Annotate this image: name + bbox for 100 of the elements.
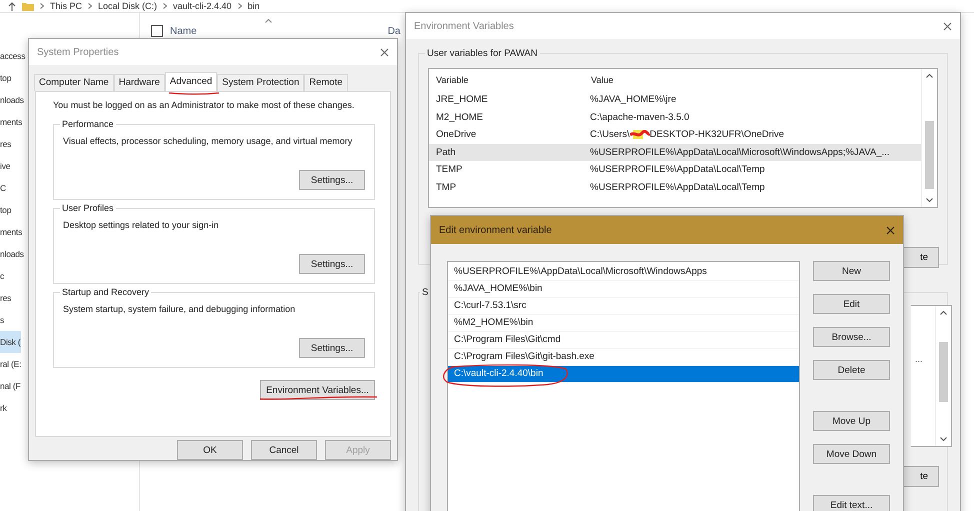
table-cell-text: ... [915,354,923,366]
up-arrow-icon[interactable] [8,2,16,10]
select-all-checkbox[interactable] [151,25,163,37]
nav-item[interactable]: nloads [0,243,24,265]
nav-item[interactable]: s [0,309,4,331]
close-icon[interactable] [380,48,389,56]
nav-item[interactable]: nal (F [0,375,21,397]
list-item[interactable]: C:\Program Files\Git\cmd [448,332,799,349]
dialog-button[interactable]: Browse... [813,327,890,347]
group-title: S [420,287,430,298]
table-cell-text: %USERPROFILE%\AppData\Local\Temp [589,182,765,193]
close-icon[interactable] [886,226,895,234]
nav-item[interactable]: top [0,199,12,221]
breadcrumb-item[interactable]: vault-cli-2.4.40 [173,1,232,11]
nav-item[interactable]: ments [0,111,22,133]
chevron-right-icon [238,3,242,9]
table-row[interactable]: Path %USERPROFILE%\AppData\Local\Microsoft\WindowsApps;%JAVA_... [429,144,921,161]
group-description: Desktop settings related to your sign-in [63,220,220,230]
redaction-scribble [630,130,650,140]
dialog-button[interactable]: Edit [813,294,890,314]
tab[interactable]: Computer Name [34,74,114,91]
tab[interactable]: Hardware [114,74,165,91]
column-header[interactable]: Name [170,26,197,36]
table-cell-text: M2_HOME [435,112,484,123]
list-item[interactable]: %JAVA_HOME%\bin [448,281,799,298]
nav-item[interactable]: ral (E: [0,353,22,375]
list-item[interactable]: C:\curl-7.53.1\src [448,298,799,315]
nav-item[interactable]: ments [0,221,22,243]
nav-item[interactable]: nloads [0,89,24,111]
tab[interactable]: Advanced [164,72,218,92]
nav-item[interactable]: top [0,67,12,89]
dialog-button[interactable]: Delete [813,360,890,380]
scrollbar[interactable] [921,69,937,207]
chevron-right-icon [40,3,44,9]
close-icon[interactable] [943,22,952,30]
group-title: User Profiles [60,203,116,213]
settings-button[interactable]: Settings... [299,170,365,190]
dialog-button[interactable]: te [903,247,939,268]
breadcrumb-item[interactable]: bin [248,1,260,11]
window-title: System Properties [37,46,119,58]
table-cell-text: OneDrive [435,129,478,140]
dialog-button[interactable]: OK [177,440,243,460]
table-row[interactable]: TMP %USERPROFILE%\AppData\Local\Temp [429,178,921,196]
table-cell-text: C:\Users\ [589,129,630,140]
column-header[interactable]: Variable [429,75,584,85]
scrollbar-thumb[interactable] [939,342,948,402]
column-header[interactable]: Value [584,75,921,85]
nav-item[interactable]: access [0,45,26,67]
chevron-right-icon [163,3,168,9]
scrollbar[interactable] [935,306,951,446]
table-row[interactable]: TEMP %USERPROFILE%\AppData\Local\Temp [429,161,921,178]
nav-item[interactable]: res [0,133,12,155]
nav-item[interactable]: Disk ( [0,331,21,353]
nav-item[interactable]: C [0,177,6,199]
dialog-button[interactable]: te [903,466,939,487]
nav-item[interactable]: res [0,287,12,309]
dialog-button[interactable]: Cancel [251,440,317,460]
window-title: Edit environment variable [439,224,552,236]
breadcrumb-item[interactable]: Local Disk (C:) [98,1,158,11]
nav-item[interactable]: ive [0,155,10,177]
list-item[interactable]: %M2_HOME%\bin [448,315,799,332]
dialog-button[interactable]: Edit text... [813,495,890,511]
dialog-button[interactable]: Move Down [813,444,890,464]
table-cell-text: %JAVA_HOME%\jre [589,94,676,106]
folder-icon [22,2,34,10]
annotation-underline [168,91,220,96]
chevron-right-icon [88,3,92,9]
table-cell-text: C:\apache-maven-3.5.0 [589,112,690,123]
group-title: Startup and Recovery [60,287,152,297]
list-item[interactable]: %USERPROFILE%\AppData\Local\Microsoft\WindowsApps [448,264,799,281]
tab[interactable]: System Protection [217,74,304,91]
table-cell-text: JRE_HOME [435,94,489,106]
dialog-button[interactable]: Move Up [813,411,890,431]
group-description: Visual effects, processor scheduling, memory usage, and virtual memory [63,136,354,146]
table-cell-text: TMP [435,182,458,193]
table-cell-text: %USERPROFILE%\AppData\Local\Microsoft\WindowsApps;%JAVA_... [589,146,890,158]
table-cell-text: TEMP [435,164,464,176]
notice-text: You must be logged on as an Administrator to make most of these changes. [53,100,356,110]
breadcrumb-item[interactable]: This PC [50,1,82,11]
tab[interactable]: Remote [304,74,348,91]
table-row[interactable]: OneDrive C:\Users\ DESKTOP-HK32UFR\OneDrive [429,126,921,144]
table-cell-text: Path [435,146,457,158]
dialog-button[interactable]: New [813,261,890,281]
group-description: System startup, system failure, and debugging information [63,304,296,314]
nav-item[interactable]: rk [0,397,7,419]
nav-item[interactable]: c [0,265,4,287]
table-row[interactable]: M2_HOME C:\apache-maven-3.5.0 [429,108,921,126]
group-title: Performance [60,119,116,129]
list-item[interactable]: C:\vault-cli-2.4.40\bin [448,366,799,383]
environment-variables-button[interactable]: Environment Variables... [260,380,375,400]
sort-caret-icon [265,19,272,23]
window-title: Environment Variables [414,20,514,32]
table-cell-text: %USERPROFILE%\AppData\Local\Temp [589,164,765,176]
settings-button[interactable]: Settings... [299,338,365,358]
group-title: User variables for PAWAN [425,48,540,59]
table-row[interactable]: JRE_HOME %JAVA_HOME%\jre [429,91,921,108]
settings-button[interactable]: Settings... [299,254,365,274]
scrollbar-thumb[interactable] [925,121,934,189]
table-cell: DESKTOP-HK32UFR\OneDrive [650,129,784,140]
column-header[interactable]: Da [388,26,400,36]
